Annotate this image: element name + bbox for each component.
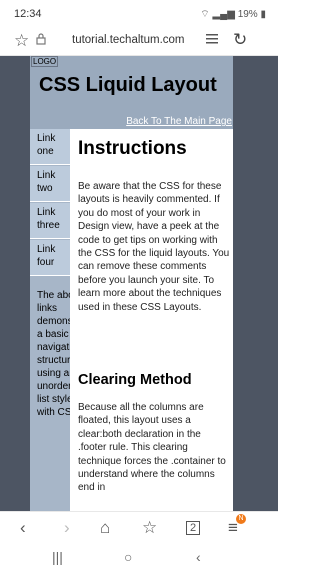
page-header: LOGO CSS Liquid Layout Back To The Main … xyxy=(30,56,233,129)
clearing-method-paragraph: Because all the columns are floated, thi… xyxy=(78,402,226,494)
instructions-heading: Instructions xyxy=(78,138,187,159)
sidebar-item-label: Link two xyxy=(37,170,56,194)
notification-badge: N xyxy=(236,514,246,524)
reload-icon[interactable]: ↻ xyxy=(233,30,247,50)
sidebar: Link one Link two Link three Link four T… xyxy=(30,129,93,511)
sidebar-item-label: Link three xyxy=(37,207,60,231)
clearing-method-heading: Clearing Method xyxy=(78,372,192,388)
home-circle-icon[interactable]: ○ xyxy=(124,549,132,565)
browser-toolbar: ☆ tutorial.techaltum.com ↻ xyxy=(0,26,278,56)
system-back-icon[interactable]: ‹ xyxy=(196,549,201,565)
back-to-main-link[interactable]: Back To The Main Page xyxy=(126,116,232,127)
battery-level: 19% xyxy=(237,9,258,20)
browser-bottom-nav: ‹ › ⌂ ☆ 2 ≡ N xyxy=(0,511,278,545)
status-time: 12:34 xyxy=(14,8,42,20)
bookmark-star-icon[interactable]: ☆ xyxy=(14,31,29,51)
logo: LOGO xyxy=(31,56,59,67)
lock-icon xyxy=(36,33,46,45)
web-page: LOGO CSS Liquid Layout Back To The Main … xyxy=(0,56,278,511)
url-field[interactable]: tutorial.techaltum.com xyxy=(72,34,185,46)
page-container: LOGO CSS Liquid Layout Back To The Main … xyxy=(30,56,233,511)
status-bar: 12:34 ⌔ ▂▄▆ 19% ▮ xyxy=(0,0,278,26)
tabs-icon[interactable]: 2 xyxy=(186,521,201,535)
sidebar-item-label: Link four xyxy=(37,244,56,268)
instructions-paragraph: Be aware that the CSS for these layouts … xyxy=(78,181,230,313)
signal-icon: ▂▄▆ xyxy=(212,9,235,20)
sidebar-item-link-four[interactable]: Link four xyxy=(30,240,70,276)
main-content: Instructions Be aware that the CSS for t… xyxy=(70,129,233,511)
system-nav-bar: ||| ○ ‹ xyxy=(0,545,278,571)
battery-icon: ▮ xyxy=(260,9,266,20)
back-icon[interactable]: ‹ xyxy=(20,518,26,538)
sidebar-item-link-three[interactable]: Link three xyxy=(30,203,70,239)
recent-apps-icon[interactable]: ||| xyxy=(52,549,63,565)
reader-mode-icon[interactable] xyxy=(205,32,219,46)
status-indicators: ⌔ ▂▄▆ 19% ▮ xyxy=(200,8,266,21)
forward-icon[interactable]: › xyxy=(64,518,70,538)
sidebar-item-link-two[interactable]: Link two xyxy=(30,166,70,202)
page-title: CSS Liquid Layout xyxy=(39,74,217,96)
sidebar-item-link-one[interactable]: Link one xyxy=(30,129,70,165)
sidebar-item-label: Link one xyxy=(37,133,56,157)
wifi-icon: ⌔ xyxy=(200,9,210,20)
home-icon[interactable]: ⌂ xyxy=(100,518,110,538)
bookmarks-icon[interactable]: ☆ xyxy=(142,518,157,538)
